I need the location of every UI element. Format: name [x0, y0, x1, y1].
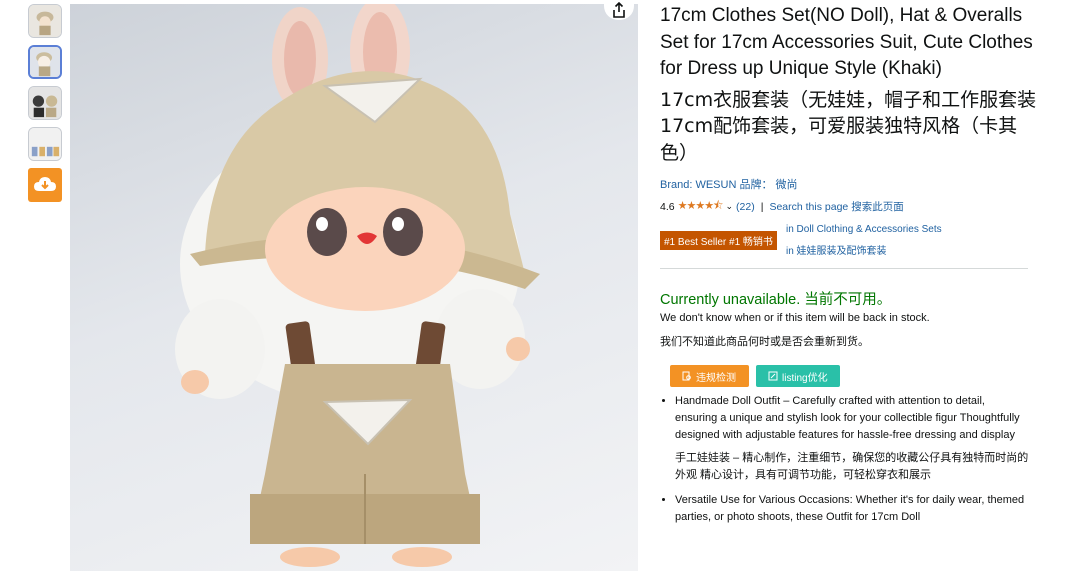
thumbnail-2[interactable] — [28, 45, 62, 79]
main-product-image[interactable] — [70, 4, 638, 571]
chevron-down-icon[interactable]: ⌄ — [725, 201, 733, 212]
separator: | — [760, 200, 764, 213]
brand-link[interactable]: Brand: WESUN 品牌： 微尚 — [660, 176, 1040, 192]
thumbnail-4[interactable] — [28, 127, 62, 161]
search-page-link[interactable]: Search this page — [769, 201, 848, 213]
category-link[interactable]: in Doll Clothing & Accessories Sets — [786, 224, 942, 235]
rating-row: 4.6 ★★★★⯪ ⌄ (22) | Search this page 搜索此页… — [660, 197, 1040, 216]
cloud-download-icon — [34, 177, 56, 191]
feature-bullet-text: Handmade Doll Outfit – Carefully crafted… — [675, 395, 1020, 441]
best-seller-row: #1 Best Seller #1 畅销书 in Doll Clothing &… — [660, 224, 1040, 258]
product-details: 17cm Clothes Set(NO Doll), Hat & Overall… — [660, 0, 1040, 530]
feature-bullet-translation: 手工娃娃装 – 精心制作，注重细节，确保您的收藏公仔具有独特而时尚的外观 精心设… — [675, 452, 1029, 481]
category-link-translation[interactable]: in 娃娃服装及配饰套装 — [786, 242, 887, 257]
listing-optimize-button[interactable]: listing优化 — [756, 365, 840, 387]
availability-note-translation: 我们不知道此商品何时或是否会重新到货。 — [660, 336, 869, 348]
thumbnail-1[interactable] — [28, 4, 62, 38]
listing-optimize-label: listing优化 — [782, 372, 828, 384]
product-title-translation: 17cm衣服套装（无娃娃，帽子和工作服套装17cm配饰套装，可爱服装独特风格（卡… — [660, 88, 1037, 164]
feature-bullet: Handmade Doll Outfit – Carefully crafted… — [675, 393, 1030, 484]
product-title: 17cm Clothes Set(NO Doll), Hat & Overall… — [660, 5, 1033, 79]
tool-buttons: 违规检测 listing优化 — [660, 365, 1040, 387]
review-count-link[interactable]: (22) — [736, 201, 755, 213]
divider — [660, 268, 1028, 269]
edit-icon — [768, 371, 778, 381]
violation-check-button[interactable]: 违规检测 — [670, 365, 749, 387]
document-search-icon — [682, 371, 691, 381]
best-seller-badge[interactable]: #1 Best Seller #1 畅销书 — [660, 231, 777, 250]
star-rating-icon[interactable]: ★★★★⯪ — [678, 197, 724, 216]
violation-check-label: 违规检测 — [696, 372, 736, 384]
share-icon — [613, 2, 625, 18]
feature-bullet-text: Versatile Use for Various Occasions: Whe… — [675, 494, 1025, 523]
cloud-download-button[interactable] — [28, 168, 62, 202]
feature-bullets: Handmade Doll Outfit – Carefully crafted… — [660, 393, 1030, 526]
thumbnail-3[interactable] — [28, 86, 62, 120]
availability-status: Currently unavailable. 当前不可用。 — [660, 292, 892, 308]
thumbnail-list — [28, 4, 64, 202]
feature-bullet: Versatile Use for Various Occasions: Whe… — [675, 492, 1030, 526]
rating-value: 4.6 — [660, 200, 675, 213]
search-page-link-translation[interactable]: 搜索此页面 — [851, 199, 904, 214]
availability-note: We don't know when or if this item will … — [660, 312, 930, 324]
doll-image — [175, 4, 540, 567]
